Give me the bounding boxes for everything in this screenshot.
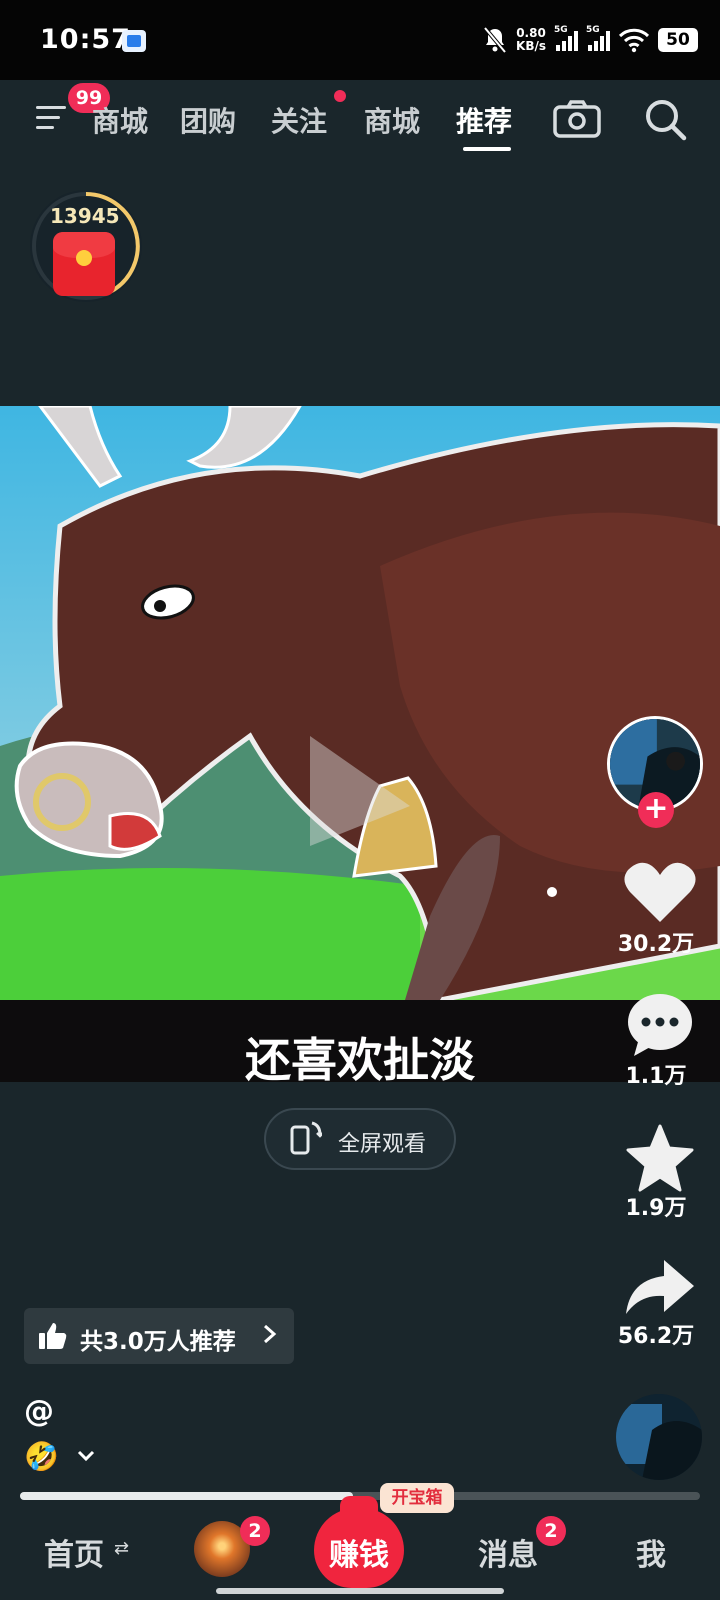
status-icons: 0.80 KB/s 5G 5G 50: [482, 22, 698, 58]
like-heart-icon[interactable]: [620, 858, 700, 928]
camera-icon[interactable]: [553, 100, 601, 138]
post-emoji: 🤣: [24, 1440, 59, 1473]
nav-messages[interactable]: 消息: [478, 1530, 538, 1574]
expand-chevron-icon[interactable]: [76, 1446, 96, 1466]
signal-1-icon: 5G: [554, 25, 578, 51]
active-tab-indicator: [463, 147, 511, 151]
red-packet-count: 13945: [50, 204, 120, 228]
fullscreen-label: 全屏观看: [338, 1132, 427, 1157]
tab-mall[interactable]: 商城: [364, 100, 420, 140]
wifi-icon: [618, 28, 650, 53]
nav-home[interactable]: 首页: [44, 1530, 104, 1574]
like-count: 30.2万: [617, 932, 695, 957]
home-swap-icon: ⇄: [114, 1538, 130, 1559]
tab-recommend[interactable]: 推荐: [456, 100, 512, 140]
comment-icon[interactable]: [620, 990, 700, 1060]
open-chest-label[interactable]: 开宝箱: [380, 1483, 454, 1513]
chevron-right-icon: [264, 1324, 277, 1344]
signal-2-icon: 5G: [586, 25, 610, 51]
music-disc-avatar[interactable]: [616, 1394, 702, 1480]
red-envelope-icon: [53, 232, 115, 296]
favorite-count: 1.9万: [625, 1196, 687, 1221]
share-count: 56.2万: [617, 1324, 695, 1349]
messages-badge: 2: [536, 1516, 566, 1546]
status-time: 10:57: [40, 24, 131, 55]
share-arrow-icon[interactable]: [620, 1254, 700, 1324]
favorite-star-icon[interactable]: [620, 1124, 700, 1194]
comment-count: 1.1万: [625, 1064, 687, 1089]
following-dot: [334, 90, 346, 102]
video-player[interactable]: [0, 406, 720, 1000]
author-handle[interactable]: @: [24, 1394, 54, 1429]
mute-bell-icon: [483, 26, 507, 54]
earn-label: 赚钱: [329, 1538, 389, 1573]
tab-mall-partial[interactable]: 商城: [92, 100, 148, 140]
tab-following[interactable]: 关注: [271, 100, 327, 140]
network-speed-unit: KB/s: [516, 39, 546, 53]
notification-app-icon: [122, 30, 146, 52]
search-icon[interactable]: [644, 98, 688, 142]
recommend-label: 共3.0万人推荐: [80, 1329, 236, 1355]
nav-me[interactable]: 我: [636, 1530, 666, 1574]
thumbs-up-icon: [39, 1323, 67, 1349]
menu-icon[interactable]: [36, 104, 70, 132]
video-progress-fill: [20, 1492, 353, 1500]
home-indicator[interactable]: [216, 1588, 504, 1594]
sim2-tag: 5G: [586, 25, 600, 35]
battery-level: 50: [658, 28, 698, 52]
tab-group-buy[interactable]: 团购: [180, 100, 236, 140]
follow-plus-button[interactable]: +: [638, 792, 674, 828]
network-speed: 0.80 KB/s: [516, 27, 546, 53]
live-badge: 2: [240, 1516, 270, 1546]
sim1-tag: 5G: [554, 25, 568, 35]
rotate-phone-icon: [290, 1121, 322, 1155]
